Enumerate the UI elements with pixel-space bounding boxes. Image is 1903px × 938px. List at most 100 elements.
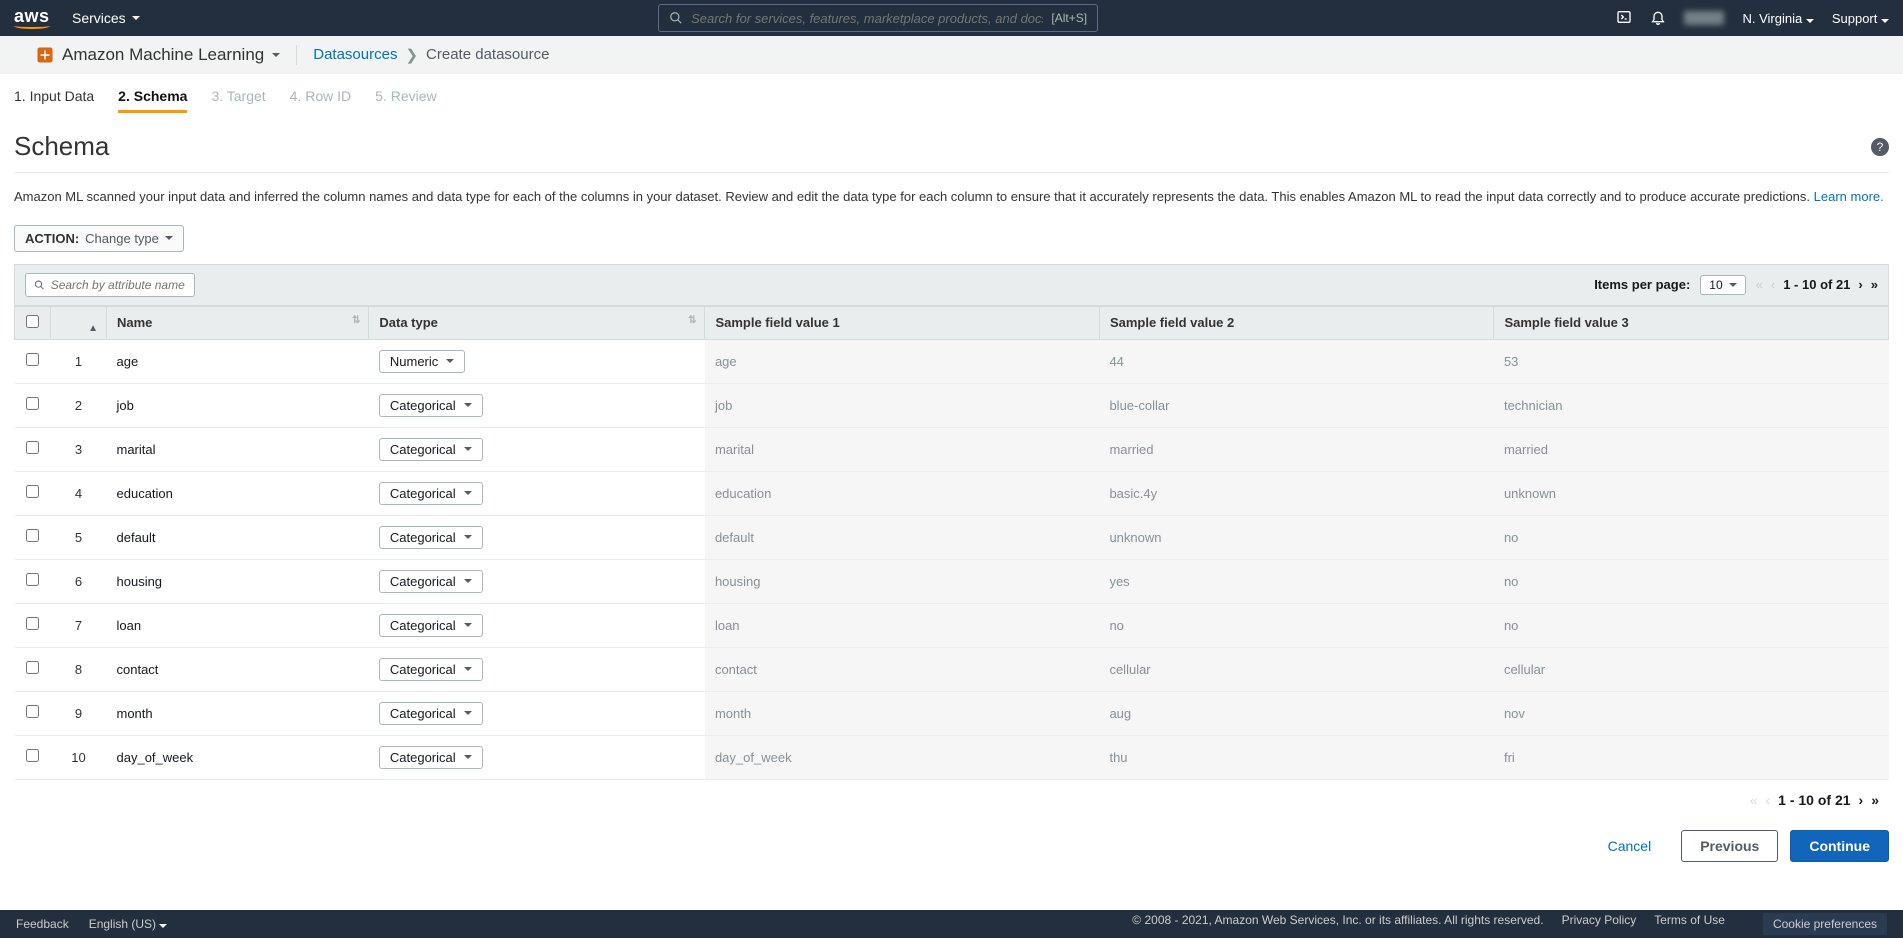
caret-down-icon <box>464 535 472 539</box>
row-sample2: no <box>1099 603 1494 647</box>
learn-more-link[interactable]: Learn more. <box>1814 189 1884 204</box>
row-sample3: nov <box>1494 691 1889 735</box>
action-change-type[interactable]: ACTION: Change type <box>14 225 184 252</box>
datatype-select[interactable]: Categorical <box>379 658 483 681</box>
row-sample1: default <box>705 515 1100 559</box>
row-sample1: contact <box>705 647 1100 691</box>
page-prev[interactable]: ‹ <box>1771 277 1775 292</box>
caret-down-icon[interactable] <box>272 53 280 57</box>
datatype-select[interactable]: Categorical <box>379 570 483 593</box>
cloudshell-icon[interactable] <box>1616 9 1632 28</box>
col-name[interactable]: Name <box>107 306 369 339</box>
page-next[interactable]: › <box>1858 277 1862 292</box>
notifications-icon[interactable] <box>1650 9 1666 28</box>
privacy-link[interactable]: Privacy Policy <box>1562 913 1637 935</box>
wizard-step[interactable]: 1. Input Data <box>14 88 94 113</box>
row-sample3: no <box>1494 559 1889 603</box>
row-name: education <box>107 471 369 515</box>
search-icon <box>34 279 45 291</box>
wizard-step[interactable]: 2. Schema <box>118 88 187 113</box>
row-checkbox[interactable] <box>26 749 39 762</box>
row-checkbox[interactable] <box>26 485 39 498</box>
global-search[interactable]: [Alt+S] <box>658 4 1098 32</box>
page-first[interactable]: « <box>1750 792 1758 808</box>
table-row: 7loanCategoricalloannono <box>15 603 1889 647</box>
datatype-select[interactable]: Categorical <box>379 702 483 725</box>
datatype-select[interactable]: Categorical <box>379 394 483 417</box>
caret-down-icon <box>1881 19 1889 23</box>
caret-down-icon <box>464 447 472 451</box>
feedback-link[interactable]: Feedback <box>16 917 69 931</box>
col-sample3: Sample field value 3 <box>1494 306 1889 339</box>
select-all-checkbox[interactable] <box>26 315 39 328</box>
page-range: 1 - 10 of 21 <box>1778 792 1850 808</box>
row-name: month <box>107 691 369 735</box>
row-checkbox[interactable] <box>26 441 39 454</box>
page-prev[interactable]: ‹ <box>1765 792 1770 808</box>
caret-down-icon <box>464 579 472 583</box>
cancel-button[interactable]: Cancel <box>1590 830 1670 862</box>
row-index: 1 <box>51 339 107 383</box>
row-name: housing <box>107 559 369 603</box>
row-sample2: basic.4y <box>1099 471 1494 515</box>
col-datatype[interactable]: Data type <box>369 306 705 339</box>
caret-down-icon <box>464 403 472 407</box>
service-name[interactable]: Amazon Machine Learning <box>62 45 264 65</box>
datatype-select[interactable]: Categorical <box>379 482 483 505</box>
wizard-step: 3. Target <box>211 88 265 113</box>
copyright: © 2008 - 2021, Amazon Web Services, Inc.… <box>1132 913 1543 935</box>
table-row: 8contactCategoricalcontactcellularcellul… <box>15 647 1889 691</box>
row-sample2: blue-collar <box>1099 383 1494 427</box>
language-selector[interactable]: English (US) <box>89 917 168 931</box>
row-checkbox[interactable] <box>26 617 39 630</box>
col-sample1: Sample field value 1 <box>705 306 1100 339</box>
region-selector[interactable]: N. Virginia <box>1742 11 1813 26</box>
row-sample1: housing <box>705 559 1100 603</box>
help-button[interactable]: ? <box>1871 138 1889 156</box>
row-sample1: month <box>705 691 1100 735</box>
attribute-search[interactable] <box>25 273 195 297</box>
row-checkbox[interactable] <box>26 397 39 410</box>
search-icon <box>669 11 683 25</box>
previous-button[interactable]: Previous <box>1681 830 1778 862</box>
datatype-select[interactable]: Numeric <box>379 350 465 373</box>
terms-link[interactable]: Terms of Use <box>1654 913 1725 935</box>
page-last[interactable]: » <box>1871 277 1878 292</box>
services-menu[interactable]: Services <box>72 10 140 26</box>
items-per-page-select[interactable]: 10 <box>1700 275 1745 295</box>
row-index: 8 <box>51 647 107 691</box>
col-index[interactable] <box>51 306 107 339</box>
datatype-select[interactable]: Categorical <box>379 746 483 769</box>
ml-service-icon <box>36 46 54 64</box>
page-description: Amazon ML scanned your input data and in… <box>14 173 1889 225</box>
row-index: 5 <box>51 515 107 559</box>
page-last[interactable]: » <box>1871 792 1879 808</box>
account-name[interactable] <box>1684 11 1724 25</box>
caret-down-icon <box>1806 19 1814 23</box>
page-next[interactable]: › <box>1859 792 1864 808</box>
row-checkbox[interactable] <box>26 529 39 542</box>
support-menu[interactable]: Support <box>1832 11 1889 26</box>
attribute-search-input[interactable] <box>51 278 186 292</box>
row-sample2: thu <box>1099 735 1494 779</box>
datatype-select[interactable]: Categorical <box>379 526 483 549</box>
caret-down-icon <box>1729 283 1737 287</box>
row-checkbox[interactable] <box>26 573 39 586</box>
row-checkbox[interactable] <box>26 705 39 718</box>
continue-button[interactable]: Continue <box>1790 830 1889 862</box>
datatype-select[interactable]: Categorical <box>379 614 483 637</box>
pagination-top: « ‹ 1 - 10 of 21 › » <box>1756 277 1878 292</box>
datatype-select[interactable]: Categorical <box>379 438 483 461</box>
row-name: age <box>107 339 369 383</box>
cookie-preferences[interactable]: Cookie preferences <box>1763 913 1887 935</box>
row-checkbox[interactable] <box>26 661 39 674</box>
aws-logo[interactable]: aws <box>14 7 50 29</box>
global-search-input[interactable] <box>691 11 1043 26</box>
col-select-all[interactable] <box>15 306 51 339</box>
breadcrumb-link-datasources[interactable]: Datasources <box>313 46 397 63</box>
row-name: day_of_week <box>107 735 369 779</box>
page-first[interactable]: « <box>1756 277 1763 292</box>
row-index: 10 <box>51 735 107 779</box>
row-checkbox[interactable] <box>26 353 39 366</box>
table-row: 10day_of_weekCategoricalday_of_weekthufr… <box>15 735 1889 779</box>
